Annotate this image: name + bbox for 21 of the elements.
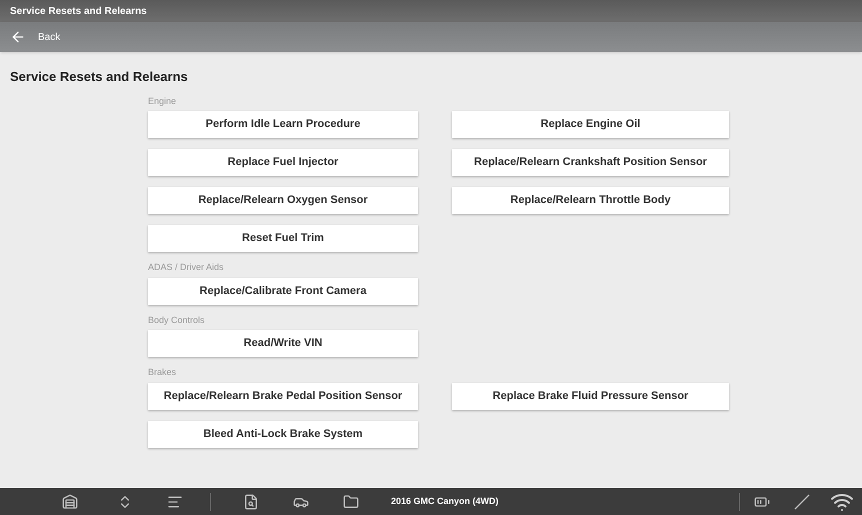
- service-button[interactable]: Replace Engine Oil: [452, 111, 729, 138]
- service-button[interactable]: Replace/Relearn Throttle Body: [452, 187, 729, 214]
- back-button[interactable]: Back: [10, 29, 60, 45]
- service-button[interactable]: Reset Fuel Trim: [148, 225, 418, 252]
- section-label: Engine: [148, 94, 178, 108]
- section-label: ADAS / Driver Aids: [148, 261, 225, 274]
- service-button[interactable]: Read/Write VIN: [148, 330, 418, 357]
- service-button[interactable]: Bleed Anti-Lock Brake System: [148, 420, 418, 448]
- section-label: Brakes: [148, 366, 178, 379]
- service-button[interactable]: Replace/Relearn Crankshaft Position Sensor: [452, 149, 729, 176]
- slash-icon: [794, 494, 810, 510]
- service-button[interactable]: Replace/Relearn Oxygen Sensor: [148, 187, 418, 214]
- window-title: Service Resets and Relearns: [10, 4, 147, 18]
- service-button[interactable]: Replace Fuel Injector: [148, 149, 418, 176]
- page-heading: Service Resets and Relearns: [10, 68, 189, 86]
- service-button[interactable]: Replace Brake Fluid Pressure Sensor: [452, 382, 729, 410]
- service-button[interactable]: Perform Idle Learn Procedure: [148, 111, 418, 138]
- section-label: Body Controls: [148, 314, 206, 327]
- service-button[interactable]: Replace/Calibrate Front Camera: [148, 278, 418, 304]
- vehicle-label: 2016 GMC Canyon (4WD): [391, 494, 499, 508]
- service-button[interactable]: Replace/Relearn Brake Pedal Position Sensor: [148, 382, 418, 410]
